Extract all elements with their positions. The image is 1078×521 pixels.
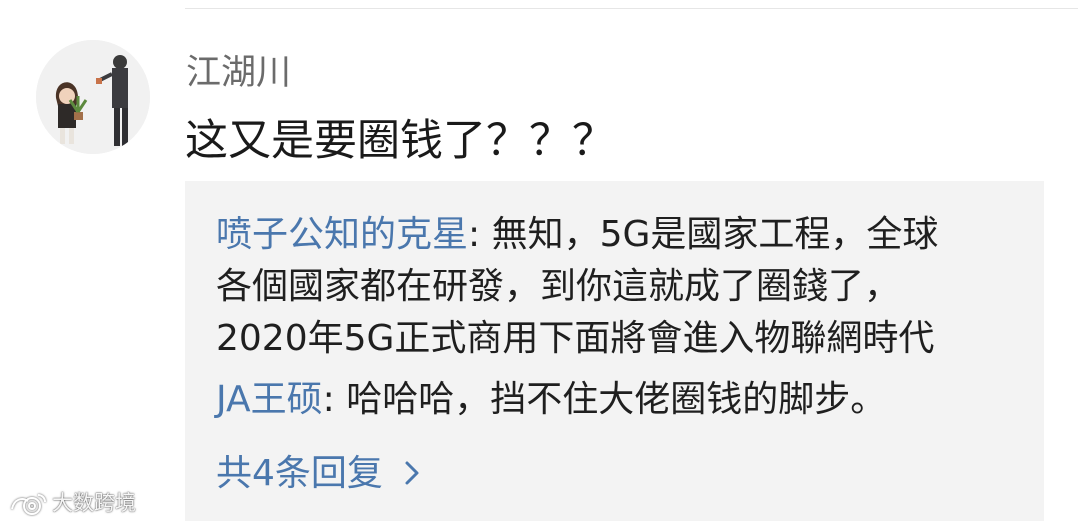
watermark: 大数跨境 — [8, 487, 136, 517]
avatar-illustration — [36, 40, 150, 154]
reply-separator: : — [468, 214, 492, 255]
more-replies-label: 共4条回复 — [216, 453, 383, 494]
reply-separator: : — [322, 379, 347, 420]
replies-panel: 喷子公知的克星: 無知，5G是國家工程，全球 各個國家都在研發，到你這就成了圈錢… — [185, 181, 1044, 521]
reply-author[interactable]: 喷子公知的克星 — [216, 214, 468, 255]
reply-item: 喷子公知的克星: 無知，5G是國家工程，全球 各個國家都在研發，到你這就成了圈錢… — [216, 209, 938, 365]
top-divider — [185, 8, 1078, 9]
watermark-text: 大数跨境 — [52, 491, 136, 515]
reply-text-line: 哈哈哈，挡不住大佬圈钱的脚步。 — [346, 379, 887, 420]
comment-text: 这又是要圈钱了？？？ — [185, 116, 615, 166]
view-more-replies-link[interactable]: 共4条回复 — [216, 444, 420, 496]
reply-text-line: 無知，5G是國家工程，全球 — [491, 214, 939, 255]
weibo-logo-icon — [11, 494, 46, 515]
chevron-right-icon — [405, 461, 419, 485]
reply-text-line: 2020年5G正式商用下面將會進入物聯網時代 — [216, 318, 935, 359]
reply-item: JA王硕: 哈哈哈，挡不住大佬圈钱的脚步。 — [216, 374, 886, 426]
comment-username[interactable]: 江湖川 — [186, 44, 291, 95]
avatar[interactable] — [36, 40, 150, 154]
reply-author[interactable]: JA王硕 — [216, 379, 323, 420]
reply-text-line: 各個國家都在研發，到你這就成了圈錢了， — [216, 266, 901, 307]
